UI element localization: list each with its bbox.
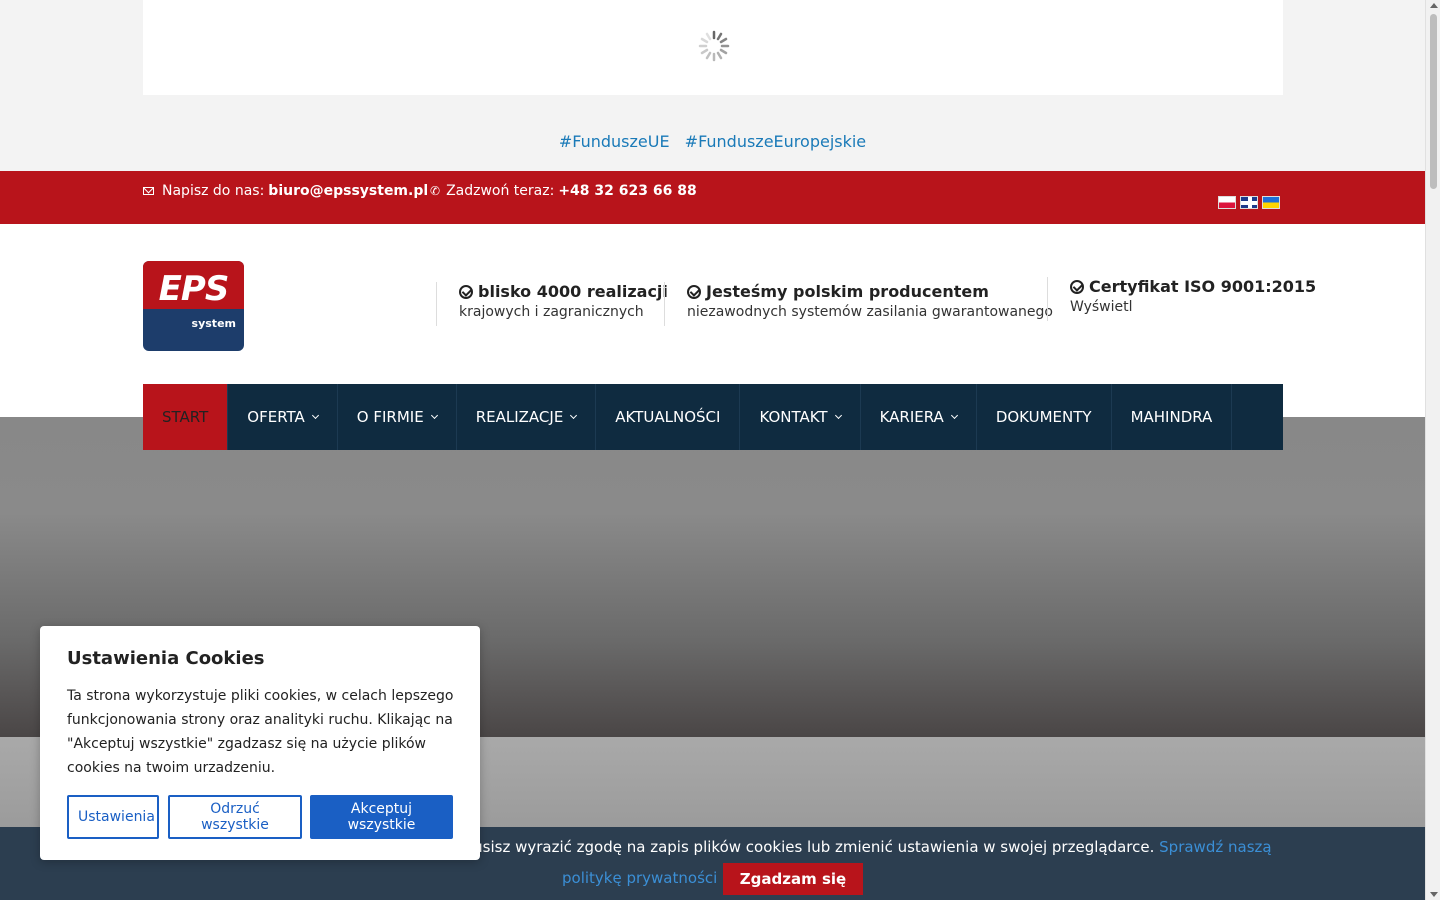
cookie-settings-button[interactable]: Ustawienia: [67, 795, 159, 839]
feature-subtitle: krajowych i zagranicznych: [459, 304, 644, 320]
email-address[interactable]: biuro@epssystem.pl: [268, 183, 428, 199]
nav-mahindra[interactable]: MAHINDRA: [1112, 384, 1233, 450]
scroll-up-icon[interactable]: [1430, 3, 1438, 8]
main-nav: START OFERTA O FIRMIE REALIZACJE AKTUALN…: [143, 384, 1283, 450]
nav-o-firmie[interactable]: O FIRMIE: [338, 384, 457, 450]
flag-en-icon[interactable]: [1240, 196, 1258, 209]
feature-title: blisko 4000 realizacji: [478, 282, 668, 301]
chevron-down-icon: [570, 411, 578, 420]
check-circle-icon: [459, 284, 473, 299]
feature-producer: Jesteśmy polskim producentem niezawodnyc…: [664, 282, 1053, 326]
phone-icon: ✆: [430, 184, 441, 198]
nav-kariera[interactable]: KARIERA: [861, 384, 977, 450]
hashtags: #FunduszeUE #FunduszeEuropejskie: [0, 132, 1425, 151]
chevron-down-icon: [430, 411, 438, 420]
scroll-down-icon[interactable]: [1430, 892, 1438, 897]
phone-prefix: Zadzwoń teraz:: [446, 183, 555, 199]
iso-view-link[interactable]: Wyświetl: [1070, 299, 1316, 315]
logo-main-text: EPS: [158, 269, 230, 309]
reject-all-button[interactable]: Odrzuć wszystkie: [168, 795, 302, 839]
phone-contact[interactable]: ✆ Zadzwoń teraz: +48 32 623 66 88: [430, 183, 697, 199]
check-circle-icon: [687, 284, 701, 299]
nav-aktualnosci[interactable]: AKTUALNOŚCI: [596, 384, 741, 450]
feature-subtitle: niezawodnych systemów zasilania gwaranto…: [687, 304, 1053, 320]
chevron-down-icon: [950, 411, 958, 420]
privacy-policy-link[interactable]: Sprawdź naszą: [1159, 838, 1271, 856]
flag-ua-icon[interactable]: [1262, 196, 1280, 209]
hashtag-link[interactable]: #FunduszeUE: [559, 132, 670, 151]
privacy-policy-link-continued[interactable]: politykę prywatności: [562, 869, 717, 887]
chevron-down-icon: [834, 411, 842, 420]
check-circle-icon: [1070, 279, 1084, 294]
contact-bar: Napisz do nas: biuro@epssystem.pl ✆ Zadz…: [0, 171, 1425, 224]
scrollbar-thumb[interactable]: [1430, 14, 1437, 189]
chevron-down-icon: [311, 411, 319, 420]
nav-start[interactable]: START: [143, 384, 229, 450]
agree-button[interactable]: Zgadzam się: [723, 863, 863, 895]
email-prefix: Napisz do nas:: [162, 183, 265, 199]
cookie-modal-text: Ta strona wykorzystuje pliki cookies, w …: [67, 688, 454, 776]
hashtag-link[interactable]: #FunduszeEuropejskie: [685, 132, 867, 151]
feature-realizations: blisko 4000 realizacji krajowych i zagra…: [436, 282, 668, 326]
loading-spinner-icon: [698, 30, 730, 62]
cookie-modal-title: Ustawienia Cookies: [67, 648, 265, 669]
eps-logo[interactable]: EPS system: [143, 261, 244, 351]
top-banner: [143, 0, 1283, 95]
phone-number[interactable]: +48 32 623 66 88: [558, 183, 696, 199]
cookie-settings-modal: Ustawienia Cookies Ta strona wykorzystuj…: [40, 626, 480, 860]
nav-oferta[interactable]: OFERTA: [228, 384, 338, 450]
feature-title: Jesteśmy polskim producentem: [706, 282, 989, 301]
accept-all-button[interactable]: Akceptuj wszystkie: [310, 795, 453, 839]
email-contact[interactable]: Napisz do nas: biuro@epssystem.pl: [143, 183, 428, 199]
nav-realizacje[interactable]: REALIZACJE: [457, 384, 597, 450]
nav-dokumenty[interactable]: DOKUMENTY: [977, 384, 1112, 450]
feature-iso: Certyfikat ISO 9001:2015 Wyświetl: [1047, 277, 1316, 321]
mail-icon: [143, 187, 154, 195]
flag-pl-icon[interactable]: [1218, 196, 1236, 209]
feature-title: Certyfikat ISO 9001:2015: [1089, 277, 1317, 296]
language-switcher: [1218, 196, 1280, 209]
scrollbar[interactable]: [1425, 0, 1440, 900]
nav-kontakt[interactable]: KONTAKT: [740, 384, 861, 450]
logo-sub-text: system: [191, 317, 236, 330]
